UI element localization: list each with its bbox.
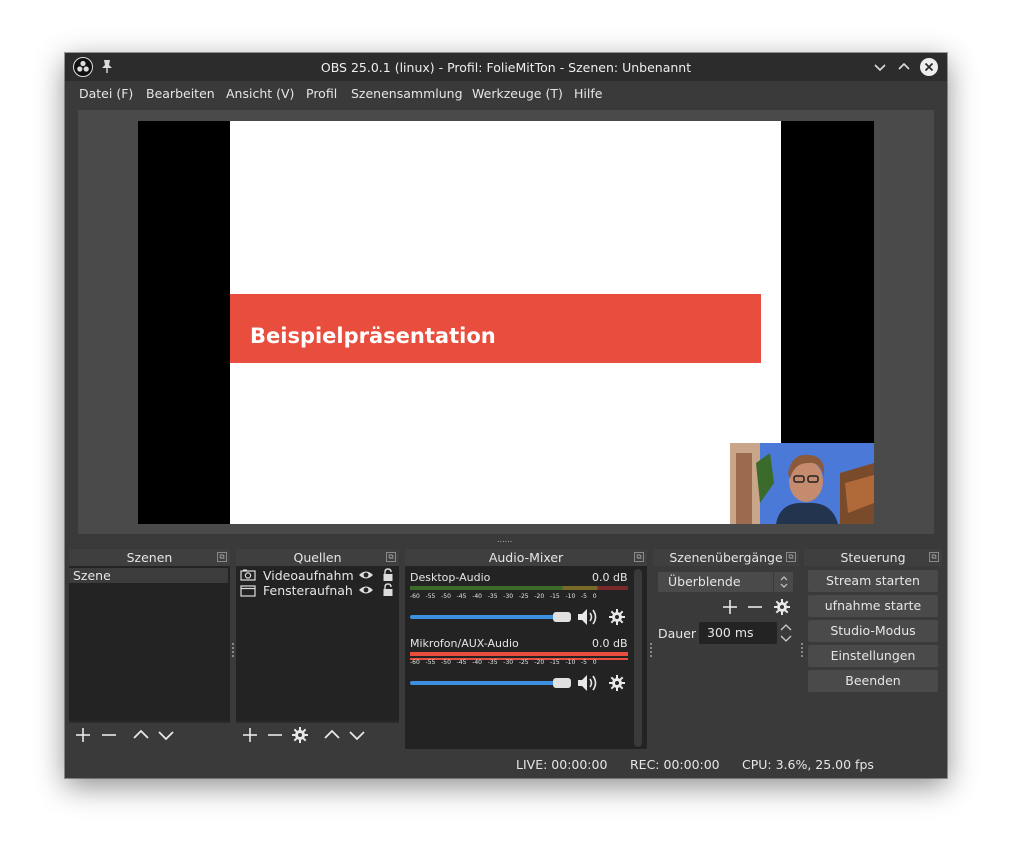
duration-input[interactable]: 300 ms <box>699 622 777 644</box>
menu-szenensammlung[interactable]: Szenensammlung <box>351 86 463 101</box>
sources-dock-title: Quellen <box>236 549 399 566</box>
float-dock-icon[interactable]: ⧉ <box>929 552 939 562</box>
float-dock-icon[interactable]: ⧉ <box>786 552 796 562</box>
float-dock-icon[interactable]: ⧉ <box>386 552 396 562</box>
close-icon[interactable] <box>920 58 938 76</box>
preview-canvas[interactable]: Beispielpräsentation <box>138 121 874 524</box>
move-up-icon[interactable] <box>322 726 342 746</box>
start-recording-button[interactable]: ufnahme starte <box>808 595 938 617</box>
status-bar: LIVE: 00:00:00 REC: 00:00:00 CPU: 3.6%, … <box>65 752 947 778</box>
controls-dock-title: Steuerung <box>804 549 942 566</box>
lock-icon[interactable] <box>382 568 394 583</box>
volume-slider-handle[interactable] <box>553 612 571 622</box>
controls-dock: Steuerung ⧉ Stream starten ufnahme start… <box>804 549 942 749</box>
remove-source-icon[interactable] <box>265 726 285 746</box>
presentation-slide: Beispielpräsentation <box>230 121 781 524</box>
menu-hilfe[interactable]: Hilfe <box>574 86 602 101</box>
visibility-eye-icon[interactable] <box>358 584 374 598</box>
meter-scale: -60 -55 -50 -45 -40 -35 -30 -25 -20 -15 … <box>410 659 597 666</box>
window-title: OBS 25.0.1 (linux) - Profil: FolieMitTon… <box>320 60 692 75</box>
duration-stepper-icon[interactable] <box>779 622 793 648</box>
mixer-scrollbar[interactable] <box>634 569 642 747</box>
source-properties-gear-icon[interactable] <box>290 726 310 746</box>
dock-splitter[interactable] <box>801 643 803 659</box>
source-label: Fensteraufnahme <box>263 583 353 598</box>
source-label: Videoaufnahme <box>263 568 353 583</box>
float-dock-icon[interactable]: ⧉ <box>217 552 227 562</box>
transitions-dock: Szenenübergänge ⧉ Überblende Dauer 300 m… <box>653 549 799 749</box>
mixer-dock-title: Audio-Mixer <box>405 549 647 566</box>
volume-slider-handle[interactable] <box>553 678 571 688</box>
transition-select-value: Überblende <box>668 574 741 589</box>
remove-scene-icon[interactable] <box>99 726 119 746</box>
channel-level: 0.0 dB <box>592 571 628 584</box>
volume-meter <box>410 586 628 590</box>
dock-splitter[interactable] <box>650 643 652 659</box>
dock-resize-grip[interactable]: ...... <box>497 535 512 544</box>
select-arrows-icon <box>773 572 793 592</box>
list-item[interactable]: Szene <box>69 568 228 583</box>
audio-mixer-dock: Audio-Mixer ⧉ Desktop-Audio 0.0 dB -60 -… <box>405 549 647 749</box>
list-item[interactable]: Fensteraufnahme <box>236 583 399 598</box>
move-down-icon[interactable] <box>156 726 176 746</box>
menu-profil[interactable]: Profil <box>306 86 337 101</box>
camera-icon <box>240 569 256 583</box>
dock-splitter[interactable] <box>232 643 234 659</box>
volume-slider-track[interactable] <box>410 615 568 619</box>
list-item[interactable]: Videoaufnahme <box>236 568 399 583</box>
channel-name: Mikrofon/AUX-Audio <box>410 637 519 650</box>
preview-area[interactable]: Beispielpräsentation <box>78 110 934 534</box>
minimize-icon[interactable] <box>873 60 887 77</box>
speaker-icon[interactable] <box>576 607 600 631</box>
channel-name: Desktop-Audio <box>410 571 491 584</box>
maximize-icon[interactable] <box>897 60 911 77</box>
slide-title: Beispielpräsentation <box>250 324 496 348</box>
transition-properties-gear-icon[interactable] <box>773 598 791 620</box>
add-scene-icon[interactable] <box>73 726 93 746</box>
add-transition-icon[interactable] <box>721 598 739 620</box>
transition-select[interactable]: Überblende <box>658 572 793 592</box>
slide-title-band: Beispielpräsentation <box>230 294 761 363</box>
transitions-dock-title: Szenenübergänge <box>653 549 799 566</box>
sources-dock: Quellen ⧉ Videoaufnahme Fensteraufnahm <box>236 549 399 749</box>
settings-button[interactable]: Einstellungen <box>808 645 938 667</box>
window-icon <box>240 585 256 598</box>
scenes-toolbar <box>69 723 230 749</box>
meter-scale: -60 -55 -50 -45 -40 -35 -30 -25 -20 -15 … <box>410 593 597 600</box>
exit-button[interactable]: Beenden <box>808 670 938 692</box>
menu-bar: Datei (F) Bearbeiten Ansicht (V) Profil … <box>65 81 947 107</box>
channel-settings-gear-icon[interactable] <box>608 608 626 630</box>
webcam-overlay <box>730 443 874 524</box>
cpu-fps-status: CPU: 3.6%, 25.00 fps <box>742 757 874 772</box>
visibility-eye-icon[interactable] <box>358 569 374 583</box>
menu-werkzeuge[interactable]: Werkzeuge (T) <box>472 86 563 101</box>
sources-list[interactable]: Videoaufnahme Fensteraufnahme <box>236 566 399 721</box>
studio-mode-button[interactable]: Studio-Modus <box>808 620 938 642</box>
live-timer: LIVE: 00:00:00 <box>516 757 608 772</box>
scenes-dock-title: Szenen <box>69 549 230 566</box>
scenes-list[interactable]: Szene <box>69 566 230 721</box>
channel-level: 0.0 dB <box>592 637 628 650</box>
menu-datei[interactable]: Datei (F) <box>79 86 133 101</box>
lock-icon[interactable] <box>382 583 394 598</box>
remove-transition-icon[interactable] <box>746 598 764 620</box>
sources-toolbar <box>236 723 399 749</box>
move-up-icon[interactable] <box>131 726 151 746</box>
obs-window: OBS 25.0.1 (linux) - Profil: FolieMitTon… <box>65 53 947 778</box>
scenes-dock: Szenen ⧉ Szene <box>69 549 230 749</box>
speaker-icon[interactable] <box>576 673 600 697</box>
duration-label: Dauer <box>658 626 697 641</box>
channel-settings-gear-icon[interactable] <box>608 674 626 696</box>
start-stream-button[interactable]: Stream starten <box>808 570 938 592</box>
menu-ansicht[interactable]: Ansicht (V) <box>226 86 294 101</box>
volume-meter <box>410 652 628 656</box>
title-bar: OBS 25.0.1 (linux) - Profil: FolieMitTon… <box>65 53 947 81</box>
menu-bearbeiten[interactable]: Bearbeiten <box>146 86 215 101</box>
rec-timer: REC: 00:00:00 <box>630 757 720 772</box>
float-dock-icon[interactable]: ⧉ <box>634 552 644 562</box>
move-down-icon[interactable] <box>347 726 367 746</box>
volume-slider-track[interactable] <box>410 681 568 685</box>
add-source-icon[interactable] <box>240 726 260 746</box>
